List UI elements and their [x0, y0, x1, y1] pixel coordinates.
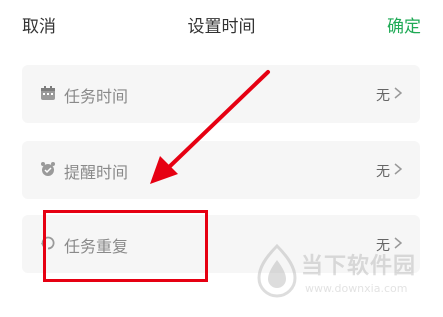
page-title: 设置时间 [187, 17, 256, 37]
confirm-button[interactable]: 确定 [387, 12, 421, 37]
alarm-clock-icon [41, 162, 55, 176]
reminder-time-value: 无 [376, 164, 390, 180]
reminder-time-row[interactable]: 提醒时间 无 [22, 141, 420, 199]
reminder-time-label: 提醒时间 [64, 163, 129, 182]
chevron-right-icon [394, 87, 402, 99]
calendar-icon [41, 86, 55, 100]
chevron-right-icon [394, 163, 402, 175]
top-bar: 取消 设置时间 确定 [0, 0, 443, 46]
watermark-logo-icon [257, 244, 297, 298]
watermark-url: www.downxia.com [305, 282, 408, 295]
watermark: 当下软件园 www.downxia.com [255, 244, 443, 304]
task-time-row[interactable]: 任务时间 无 [22, 65, 420, 123]
watermark-text: 当下软件园 [301, 254, 417, 279]
annotation-highlight-box [43, 210, 208, 282]
task-time-label: 任务时间 [64, 87, 129, 106]
task-time-value: 无 [376, 88, 390, 104]
